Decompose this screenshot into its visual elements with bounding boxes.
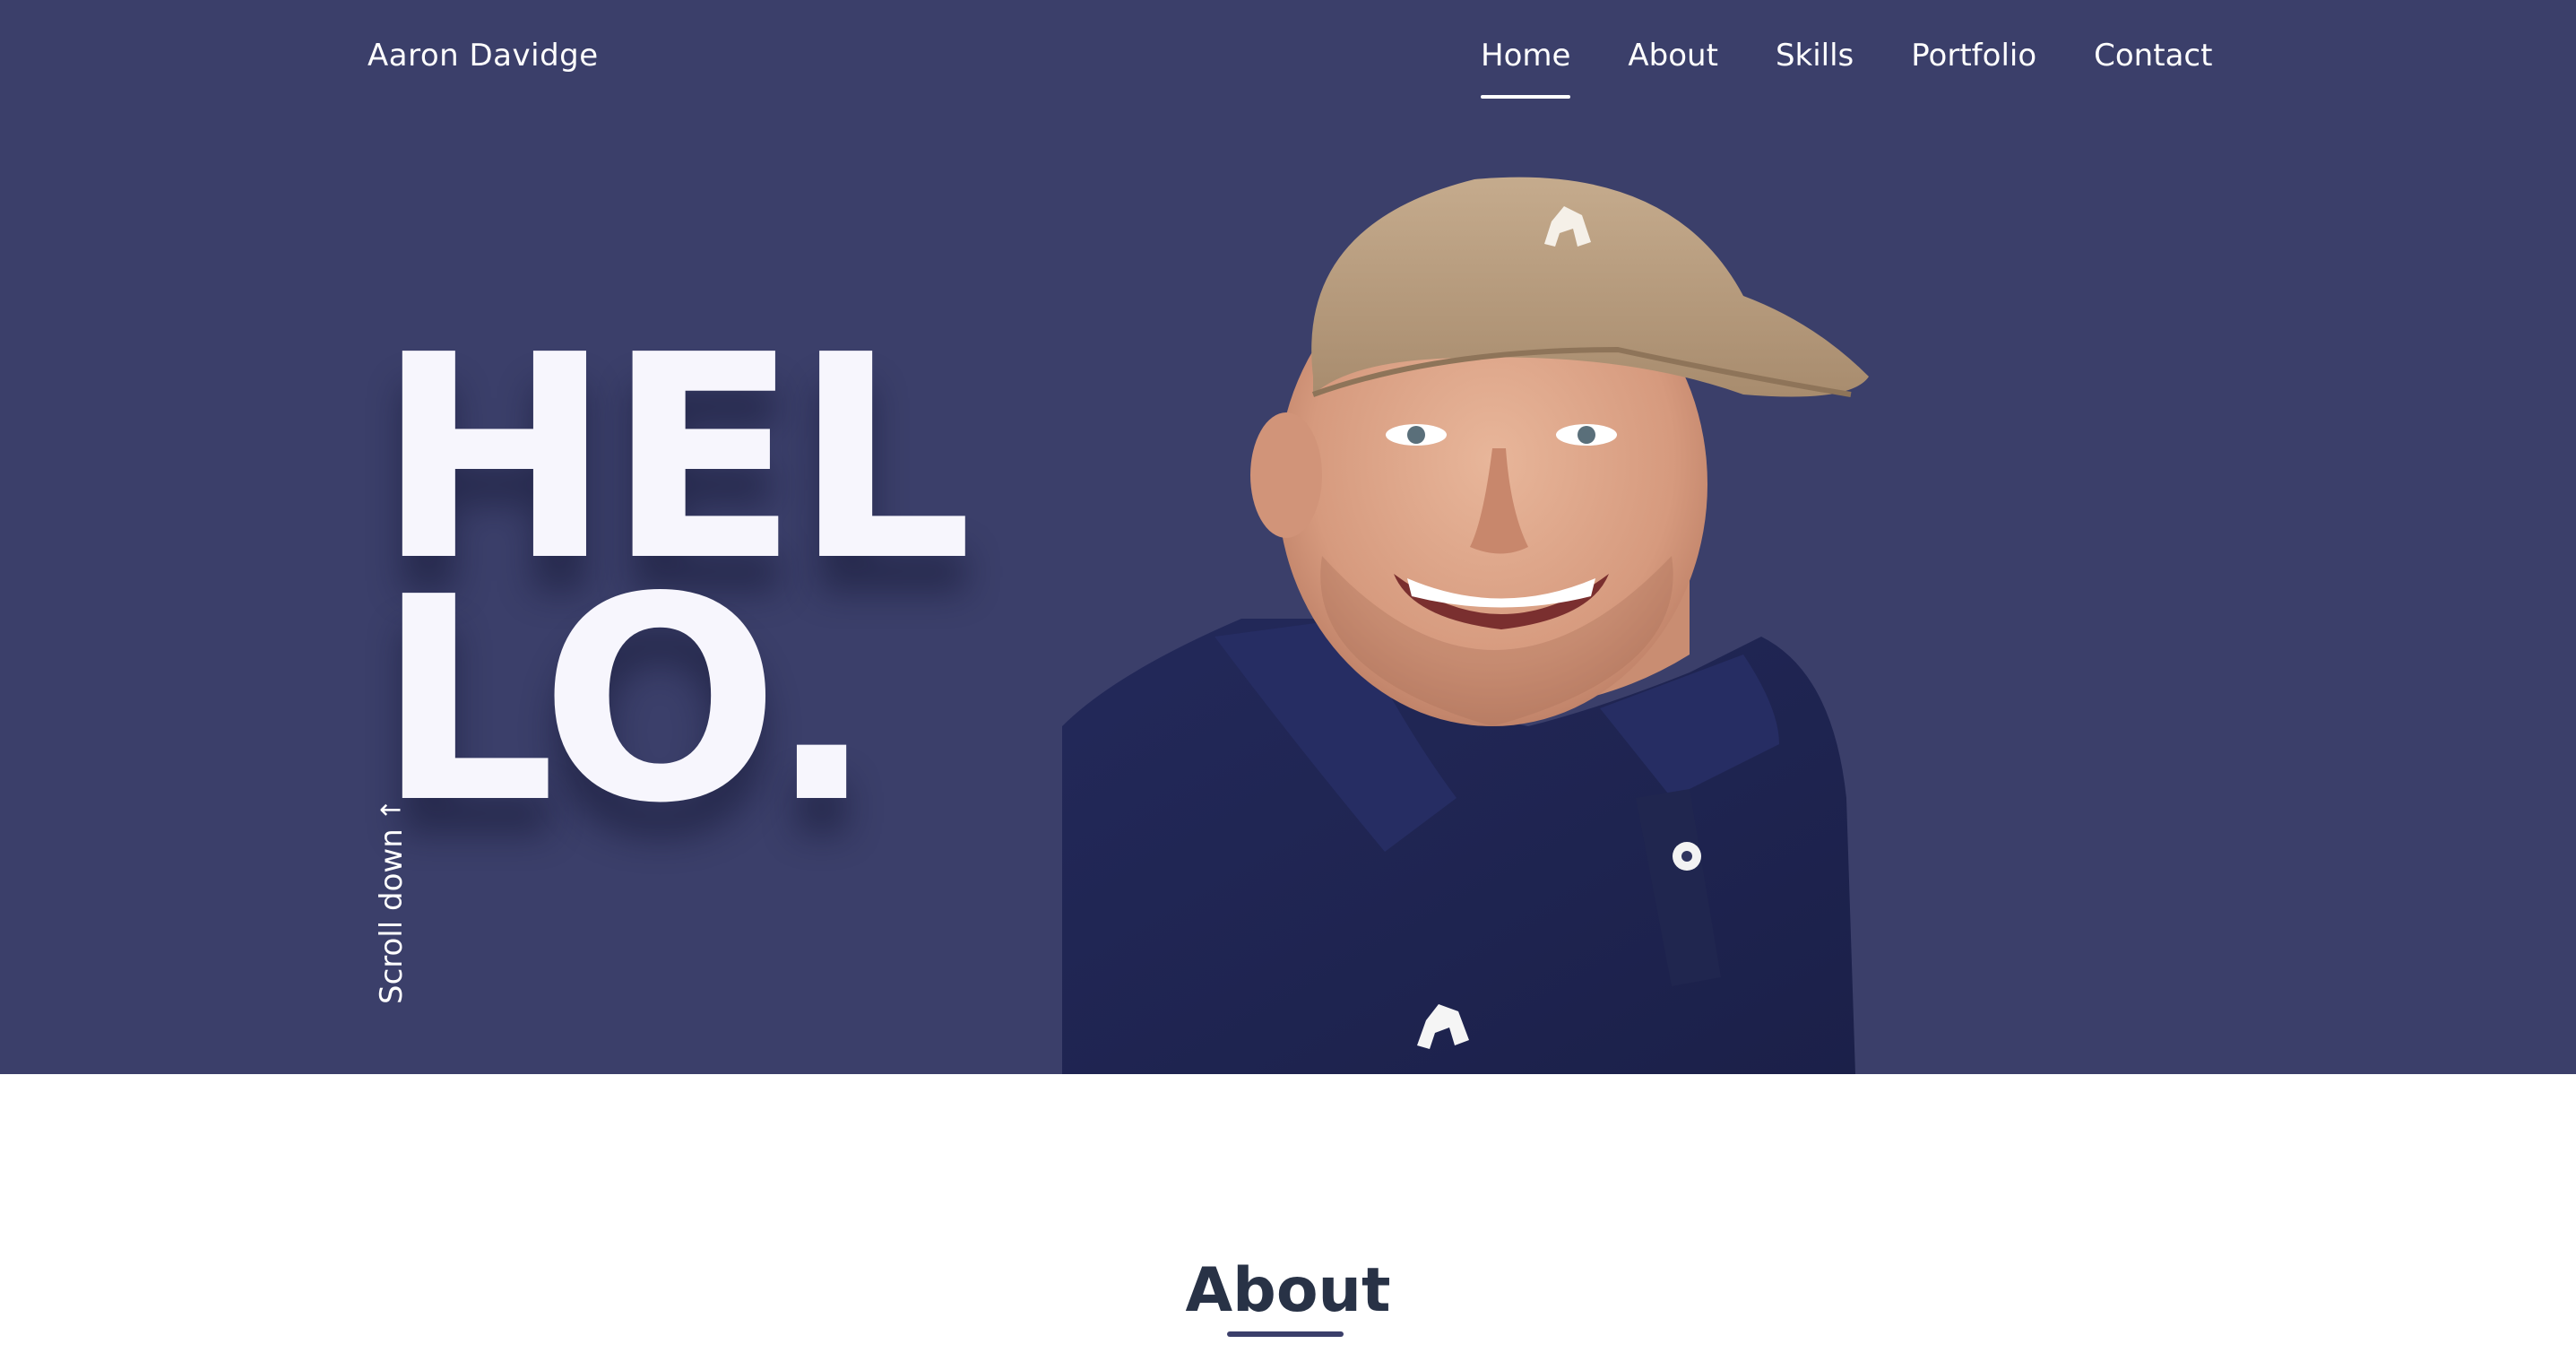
main-nav: Home About Skills Portfolio Contact [1481, 38, 2212, 99]
hero-section: Aaron Davidge Home About Skills Portfoli… [0, 0, 2576, 1074]
nav-home-link[interactable]: Home [1481, 38, 1571, 99]
scroll-down-label: Scroll down [374, 828, 410, 1004]
brand-logo-link[interactable]: Aaron Davidge [367, 38, 599, 74]
arrow-down-icon: ↑ [376, 799, 408, 822]
nav-skills-link[interactable]: Skills [1776, 38, 1854, 74]
profile-photo [1062, 177, 1869, 1074]
nav-about-link[interactable]: About [1628, 38, 1718, 74]
hero-greeting: HEL LO. [376, 319, 972, 843]
nav-portfolio-link[interactable]: Portfolio [1911, 38, 2036, 74]
scroll-down-link[interactable]: Scroll down ↑ [369, 799, 414, 1004]
nav-contact-link[interactable]: Contact [2094, 38, 2212, 74]
about-title-underline [1227, 1331, 1344, 1337]
about-section-title: About [1185, 1255, 1391, 1326]
